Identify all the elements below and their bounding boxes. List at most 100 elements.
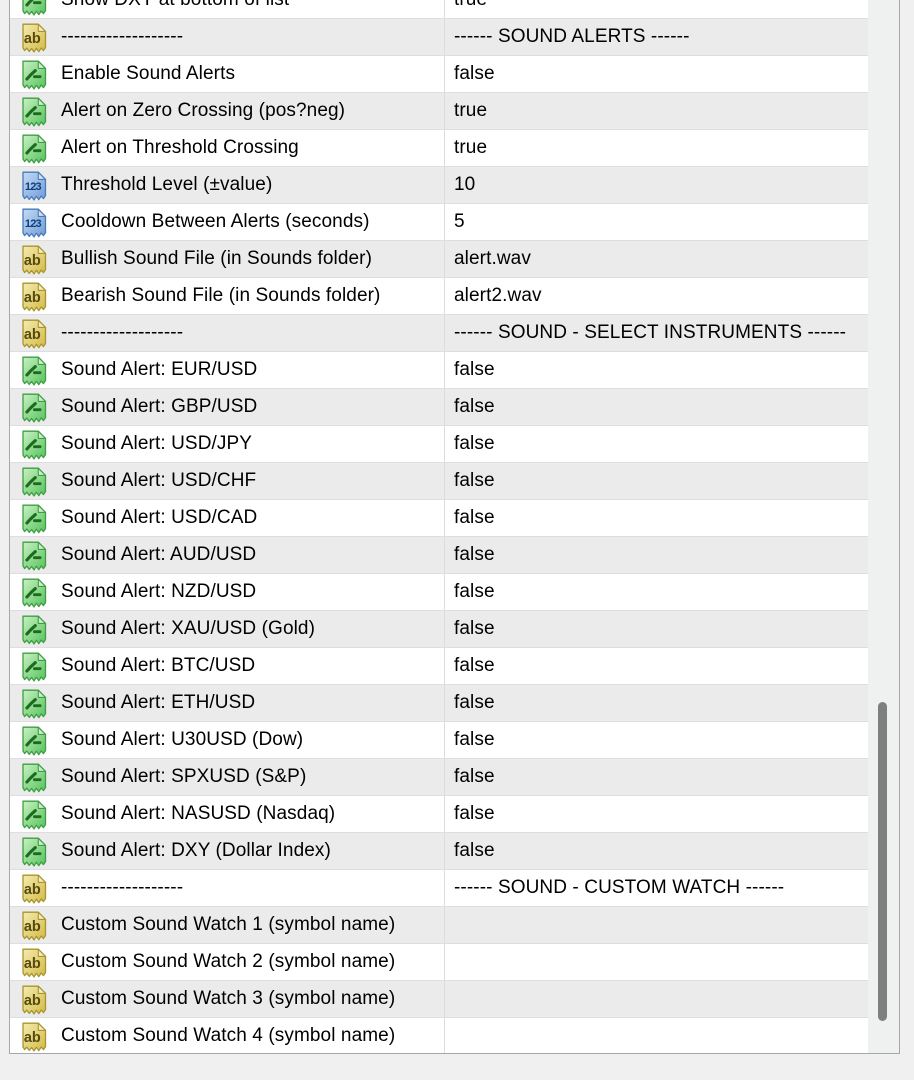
- param-row[interactable]: Sound Alert: XAU/USD (Gold) false: [10, 611, 868, 648]
- param-name-label: Sound Alert: EUR/USD: [61, 359, 258, 380]
- inputs-parameter-list: Show DXY at bottom of list true ab ------…: [9, 0, 900, 1054]
- param-row[interactable]: Sound Alert: GBP/USD false: [10, 389, 868, 426]
- param-value-cell[interactable]: false: [445, 426, 868, 462]
- number-param-icon: 123: [19, 171, 48, 201]
- svg-text:123: 123: [25, 217, 42, 229]
- param-row[interactable]: Sound Alert: ETH/USD false: [10, 685, 868, 722]
- param-value-cell[interactable]: false: [445, 352, 868, 388]
- param-row[interactable]: ab Bullish Sound File (in Sounds folder)…: [10, 241, 868, 278]
- param-name-label: Sound Alert: DXY (Dollar Index): [61, 840, 331, 861]
- text-param-icon: ab: [19, 282, 48, 312]
- param-value-cell[interactable]: ------ SOUND - CUSTOM WATCH ------: [445, 870, 868, 906]
- bool-param-icon: [19, 467, 48, 497]
- param-value-cell[interactable]: false: [445, 648, 868, 684]
- param-value-label: false: [454, 359, 495, 380]
- param-name-label: Sound Alert: USD/CHF: [61, 470, 257, 491]
- param-value-cell[interactable]: [445, 907, 868, 943]
- param-row[interactable]: Sound Alert: AUD/USD false: [10, 537, 868, 574]
- param-row[interactable]: ab ------------------- ------ SOUND - SEL…: [10, 315, 868, 352]
- param-value-cell[interactable]: false: [445, 722, 868, 758]
- param-value-cell[interactable]: [445, 1018, 868, 1053]
- param-row[interactable]: Sound Alert: SPXUSD (S&P) false: [10, 759, 868, 796]
- param-value-cell[interactable]: false: [445, 463, 868, 499]
- text-param-icon: ab: [19, 911, 48, 941]
- param-row[interactable]: Alert on Threshold Crossing true: [10, 130, 868, 167]
- param-row[interactable]: Show DXY at bottom of list true: [10, 0, 868, 19]
- param-value-cell[interactable]: alert.wav: [445, 241, 868, 277]
- param-value-label: false: [454, 766, 495, 787]
- param-name-cell: Sound Alert: EUR/USD: [10, 352, 445, 388]
- svg-text:ab: ab: [24, 30, 41, 46]
- param-row[interactable]: ab ------------------- ------ SOUND ALERT…: [10, 19, 868, 56]
- param-value-cell[interactable]: 10: [445, 167, 868, 203]
- param-row[interactable]: ab Bearish Sound File (in Sounds folder)…: [10, 278, 868, 315]
- param-name-label: Custom Sound Watch 1 (symbol name): [61, 914, 396, 935]
- param-value-cell[interactable]: true: [445, 93, 868, 129]
- param-name-cell: 123 Threshold Level (±value): [10, 167, 445, 203]
- param-name-cell: ab Custom Sound Watch 1 (symbol name): [10, 907, 445, 943]
- param-value-cell[interactable]: false: [445, 833, 868, 869]
- param-name-label: Cooldown Between Alerts (seconds): [61, 211, 370, 232]
- param-row[interactable]: Sound Alert: USD/JPY false: [10, 426, 868, 463]
- param-row[interactable]: Sound Alert: NASUSD (Nasdaq) false: [10, 796, 868, 833]
- bool-param-icon: [19, 578, 48, 608]
- param-row[interactable]: Sound Alert: NZD/USD false: [10, 574, 868, 611]
- param-name-cell: Sound Alert: AUD/USD: [10, 537, 445, 573]
- param-value-cell[interactable]: false: [445, 685, 868, 721]
- param-value-cell[interactable]: 5: [445, 204, 868, 240]
- svg-text:ab: ab: [24, 992, 41, 1008]
- param-value-label: true: [454, 0, 487, 11]
- param-value-label: false: [454, 729, 495, 750]
- param-name-label: Sound Alert: GBP/USD: [61, 396, 258, 417]
- param-value-cell[interactable]: false: [445, 796, 868, 832]
- param-row[interactable]: Alert on Zero Crossing (pos?neg) true: [10, 93, 868, 130]
- scrollbar-track[interactable]: [868, 0, 899, 1053]
- param-row[interactable]: ab Custom Sound Watch 4 (symbol name): [10, 1018, 868, 1053]
- param-value-cell[interactable]: alert2.wav: [445, 278, 868, 314]
- param-value-cell[interactable]: ------ SOUND - SELECT INSTRUMENTS ------: [445, 315, 868, 351]
- param-row[interactable]: Enable Sound Alerts false: [10, 56, 868, 93]
- param-name-cell: 123 Cooldown Between Alerts (seconds): [10, 204, 445, 240]
- param-value-cell[interactable]: true: [445, 130, 868, 166]
- param-value-cell[interactable]: true: [445, 0, 868, 18]
- param-name-cell: ab -------------------: [10, 19, 445, 55]
- param-row[interactable]: ab Custom Sound Watch 2 (symbol name): [10, 944, 868, 981]
- param-name-cell: Sound Alert: NZD/USD: [10, 574, 445, 610]
- param-row[interactable]: Sound Alert: U30USD (Dow) false: [10, 722, 868, 759]
- param-name-label: Bearish Sound File (in Sounds folder): [61, 285, 381, 306]
- param-name-cell: Sound Alert: SPXUSD (S&P): [10, 759, 445, 795]
- param-name-cell: ab Custom Sound Watch 2 (symbol name): [10, 944, 445, 980]
- text-param-icon: ab: [19, 948, 48, 978]
- param-value-label: ------ SOUND - CUSTOM WATCH ------: [454, 877, 785, 898]
- param-value-cell[interactable]: false: [445, 500, 868, 536]
- bool-param-icon: [19, 134, 48, 164]
- bool-param-icon: [19, 615, 48, 645]
- param-row[interactable]: Sound Alert: EUR/USD false: [10, 352, 868, 389]
- param-row[interactable]: Sound Alert: DXY (Dollar Index) false: [10, 833, 868, 870]
- param-row[interactable]: Sound Alert: USD/CHF false: [10, 463, 868, 500]
- param-row[interactable]: 123 Cooldown Between Alerts (seconds) 5: [10, 204, 868, 241]
- number-param-icon: 123: [19, 208, 48, 238]
- param-value-cell[interactable]: false: [445, 537, 868, 573]
- param-value-cell[interactable]: ------ SOUND ALERTS ------: [445, 19, 868, 55]
- param-name-label: Sound Alert: ETH/USD: [61, 692, 256, 713]
- param-value-cell[interactable]: false: [445, 611, 868, 647]
- param-row[interactable]: Sound Alert: BTC/USD false: [10, 648, 868, 685]
- scrollbar-thumb[interactable]: [878, 702, 887, 1021]
- param-name-label: Threshold Level (±value): [61, 174, 273, 195]
- param-row[interactable]: ab ------------------- ------ SOUND - CUS…: [10, 870, 868, 907]
- param-value-cell[interactable]: false: [445, 389, 868, 425]
- param-row[interactable]: ab Custom Sound Watch 1 (symbol name): [10, 907, 868, 944]
- param-name-cell: ab -------------------: [10, 315, 445, 351]
- param-value-cell[interactable]: false: [445, 759, 868, 795]
- param-row[interactable]: 123 Threshold Level (±value) 10: [10, 167, 868, 204]
- param-name-cell: Sound Alert: ETH/USD: [10, 685, 445, 721]
- param-value-cell[interactable]: [445, 981, 868, 1017]
- svg-text:ab: ab: [24, 326, 41, 342]
- param-value-cell[interactable]: false: [445, 574, 868, 610]
- param-row[interactable]: ab Custom Sound Watch 3 (symbol name): [10, 981, 868, 1018]
- param-row[interactable]: Sound Alert: USD/CAD false: [10, 500, 868, 537]
- param-value-cell[interactable]: false: [445, 56, 868, 92]
- param-value-cell[interactable]: [445, 944, 868, 980]
- svg-text:ab: ab: [24, 289, 41, 305]
